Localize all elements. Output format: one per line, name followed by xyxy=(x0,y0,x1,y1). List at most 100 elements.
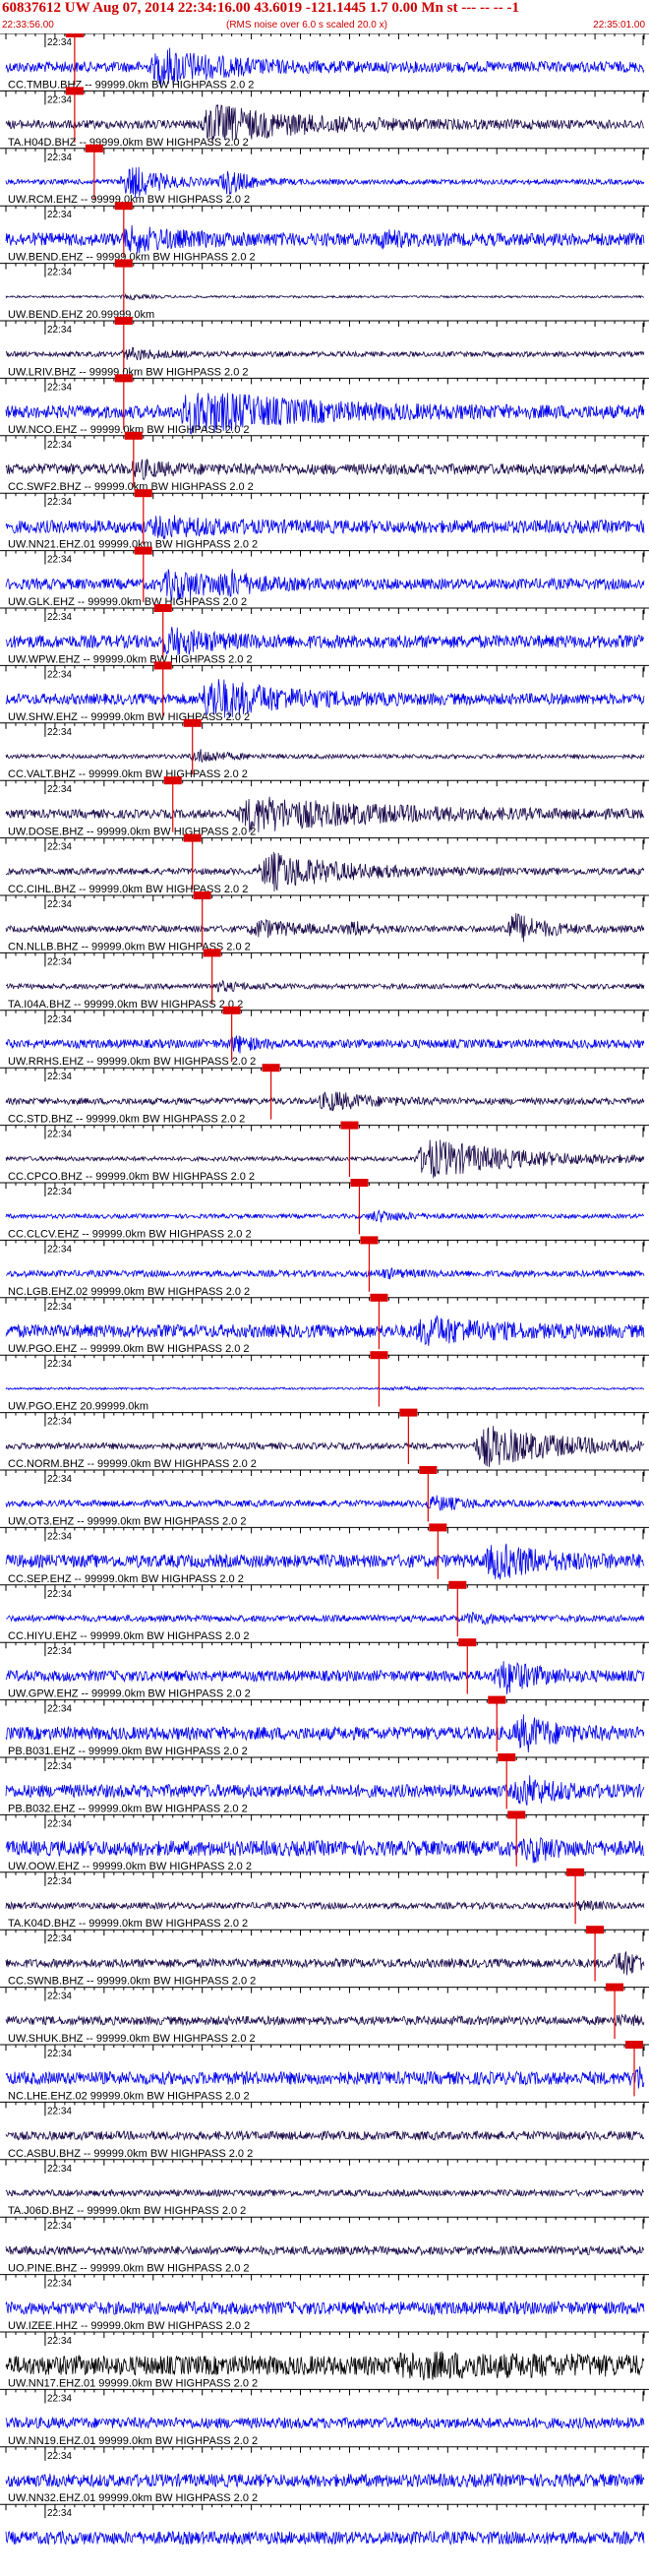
station-label: CC.VALT.BHZ -- 99999.0km BW HIGHPASS 2.0… xyxy=(8,768,248,780)
station-label: NC.LHE.EHZ.02 99999.0km BW HIGHPASS 2.0 … xyxy=(8,2090,250,2102)
station-label: UW.NN17.EHZ.01 99999.0km BW HIGHPASS 2.0… xyxy=(8,2377,258,2389)
seismogram-trace xyxy=(5,979,645,993)
station-label: NC.LGB.EHZ.02 99999.0km BW HIGHPASS 2.0 … xyxy=(8,1286,250,1298)
minute-tick-label: 22:34 xyxy=(47,612,72,623)
station-label: CC.SWF2.BHZ -- 99999.0km BW HIGHPASS 2.0… xyxy=(8,481,254,493)
seismogram-trace xyxy=(5,2129,645,2142)
minute-tick-label: 22:34 xyxy=(47,1187,72,1197)
station-label: UO.PINE.BHZ -- 99999.0km BW HIGHPASS 2.0… xyxy=(8,2263,250,2275)
station-label: CC.STD.BHZ -- 99999.0km BW HIGHPASS 2.0 … xyxy=(8,1114,245,1126)
seismogram-trace xyxy=(5,2013,645,2027)
minute-tick-label: 22:34 xyxy=(47,497,72,508)
station-label: CC.CIHL.BHZ -- 99999.0km BW HIGHPASS 2.0… xyxy=(8,884,248,895)
seismogram-trace xyxy=(5,1837,645,1864)
minute-tick-label: 22:34 xyxy=(47,727,72,738)
minute-tick-label: 22:34 xyxy=(47,956,72,967)
station-label: PB.B032.EHZ -- 99999.0km BW HIGHPASS 2.0… xyxy=(8,1803,248,1814)
minute-tick-label: 22:34 xyxy=(47,440,72,451)
minute-tick-label: 22:34 xyxy=(47,1933,72,1944)
seismogram-trace xyxy=(5,1208,645,1223)
seismogram-trace xyxy=(5,2066,645,2089)
seismogram-trace xyxy=(6,1612,645,1625)
station-label: UW.PGO.EHZ 20.99999.0km xyxy=(8,1401,148,1413)
seismogram-trace xyxy=(5,2416,645,2430)
minute-tick-label: 22:34 xyxy=(47,784,72,795)
station-label: UW.GPW.EHZ -- 99999.0km BW HIGHPASS 2.0 … xyxy=(8,1688,251,1700)
station-label: CC.ASBU.BHZ -- 99999.0km BW HIGHPASS 2.0… xyxy=(8,2148,253,2160)
station-label: TA.I04A.BHZ -- 99999.0km BW HIGHPASS 2.0… xyxy=(8,999,243,1011)
station-label: CC.SEP.EHZ -- 99999.0km BW HIGHPASS 2.0 … xyxy=(8,1573,244,1585)
noise-scale-note: (RMS noise over 6.0 s scaled 20.0 x) xyxy=(226,20,387,31)
station-label: UW.IZEE.HHZ -- 99999.0km BW HIGHPASS 2.0… xyxy=(8,2320,250,2332)
seismogram-trace xyxy=(5,346,645,361)
minute-tick-label: 22:34 xyxy=(47,37,72,48)
seismogram-trace xyxy=(5,292,645,301)
seismogram-trace xyxy=(5,1775,645,1806)
minute-tick-label: 22:34 xyxy=(47,1589,72,1600)
station-label: UW.OT3.EHZ -- 99999.0km BW HIGHPASS 2.0 … xyxy=(8,1515,246,1527)
station-label: UW.GLK.EHZ -- 99999.0km BW HIGHPASS 2.0 … xyxy=(8,596,247,608)
station-label: UW.NN32.EHZ.01 99999.0km BW HIGHPASS 2.0… xyxy=(8,2492,258,2504)
seismogram-trace xyxy=(5,2244,645,2257)
minute-tick-label: 22:34 xyxy=(47,1244,72,1255)
minute-tick-label: 22:34 xyxy=(47,2279,72,2290)
minute-tick-label: 22:34 xyxy=(47,1359,72,1370)
minute-tick-label: 22:34 xyxy=(47,2393,72,2404)
minute-tick-label: 22:34 xyxy=(47,210,72,220)
station-label: UW.NN19.EHZ.01 99999.0km BW HIGHPASS 2.0… xyxy=(8,2435,258,2447)
station-label: UW.SHUK.BHZ -- 99999.0km BW HIGHPASS 2.0… xyxy=(8,2033,256,2045)
minute-tick-label: 22:34 xyxy=(47,325,72,336)
seismogram-trace xyxy=(5,2351,645,2381)
minute-tick-label: 22:34 xyxy=(47,1646,72,1657)
station-label: UW.NN21.EHZ.01 99999.0km BW HIGHPASS 2.0… xyxy=(8,539,258,551)
plot-header: 60837612 UW Aug 07, 2014 22:34:16.00 43.… xyxy=(0,0,649,33)
minute-tick-label: 22:34 xyxy=(47,382,72,393)
station-label: UW.OOW.EHZ -- 99999.0km BW HIGHPASS 2.0 … xyxy=(8,1861,252,1872)
minute-tick-label: 22:34 xyxy=(47,1130,72,1140)
seismogram-trace xyxy=(5,749,645,763)
station-label: CC.CLCV.EHZ -- 99999.0km BW HIGHPASS 2.0… xyxy=(8,1228,252,1240)
station-label: PB.B031.EHZ -- 99999.0km BW HIGHPASS 2.0… xyxy=(8,1746,248,1757)
seismogram-trace xyxy=(5,2300,645,2316)
seismogram-trace xyxy=(5,1900,645,1912)
station-label: TA.J06D.BHZ -- 99999.0km BW HIGHPASS 2.0… xyxy=(8,2205,246,2217)
station-label: CC.TMBU.BHZ -- 99999.0km BW HIGHPASS 2.0… xyxy=(8,79,254,91)
minute-tick-label: 22:34 xyxy=(47,555,72,566)
station-label: UW.RRHS.EHZ -- 99999.0km BW HIGHPASS 2.0… xyxy=(8,1056,256,1068)
event-title: 60837612 UW Aug 07, 2014 22:34:16.00 43.… xyxy=(2,0,519,16)
minute-tick-label: 22:34 xyxy=(47,1876,72,1887)
minute-tick-label: 22:34 xyxy=(47,1072,72,1082)
minute-tick-label: 22:34 xyxy=(47,1818,72,1829)
station-label: UW.SHW.EHZ -- 99999.0km BW HIGHPASS 2.0 … xyxy=(8,711,250,723)
station-label: UW.WPW.EHZ -- 99999.0km BW HIGHPASS 2.0 … xyxy=(8,653,253,665)
seismogram-trace xyxy=(5,2472,645,2488)
minute-tick-label: 22:34 xyxy=(47,2336,72,2347)
seismogram-trace xyxy=(5,459,645,480)
minute-tick-label: 22:34 xyxy=(47,1302,72,1313)
minute-tick-label: 22:34 xyxy=(47,2106,72,2116)
minute-tick-label: 22:34 xyxy=(47,1474,72,1485)
seismogram-trace xyxy=(5,515,645,539)
seismogram-trace xyxy=(5,627,645,655)
minute-tick-label: 22:34 xyxy=(47,1417,72,1428)
minute-tick-label: 22:34 xyxy=(47,899,72,910)
seismogram-trace xyxy=(5,1495,645,1511)
seismogram-trace xyxy=(5,1034,645,1054)
seismogram-trace xyxy=(5,913,645,943)
minute-tick-label: 22:34 xyxy=(47,1704,72,1715)
minute-tick-label: 22:34 xyxy=(47,2508,72,2519)
station-label: CC.NORM.BHZ -- 99999.0km BW HIGHPASS 2.0… xyxy=(8,1458,257,1470)
minute-tick-label: 22:34 xyxy=(47,1992,72,2002)
minute-tick-label: 22:34 xyxy=(47,1761,72,1772)
minute-tick-label: 22:34 xyxy=(47,2164,72,2175)
seismogram-trace xyxy=(5,1315,645,1346)
minute-tick-label: 22:34 xyxy=(47,94,72,105)
minute-tick-label: 22:34 xyxy=(47,2451,72,2462)
minute-tick-label: 22:34 xyxy=(47,1014,72,1025)
station-label: UW.DOSE.BHZ -- 99999.0km BW HIGHPASS 2.0… xyxy=(8,827,256,838)
seismogram-trace xyxy=(5,2188,645,2198)
minute-tick-label: 22:34 xyxy=(47,1531,72,1542)
station-label: CC.HIYU.EHZ -- 99999.0km BW HIGHPASS 2.0… xyxy=(8,1630,250,1642)
seismogram-trace xyxy=(5,224,645,254)
seismogram-trace xyxy=(5,2530,645,2546)
